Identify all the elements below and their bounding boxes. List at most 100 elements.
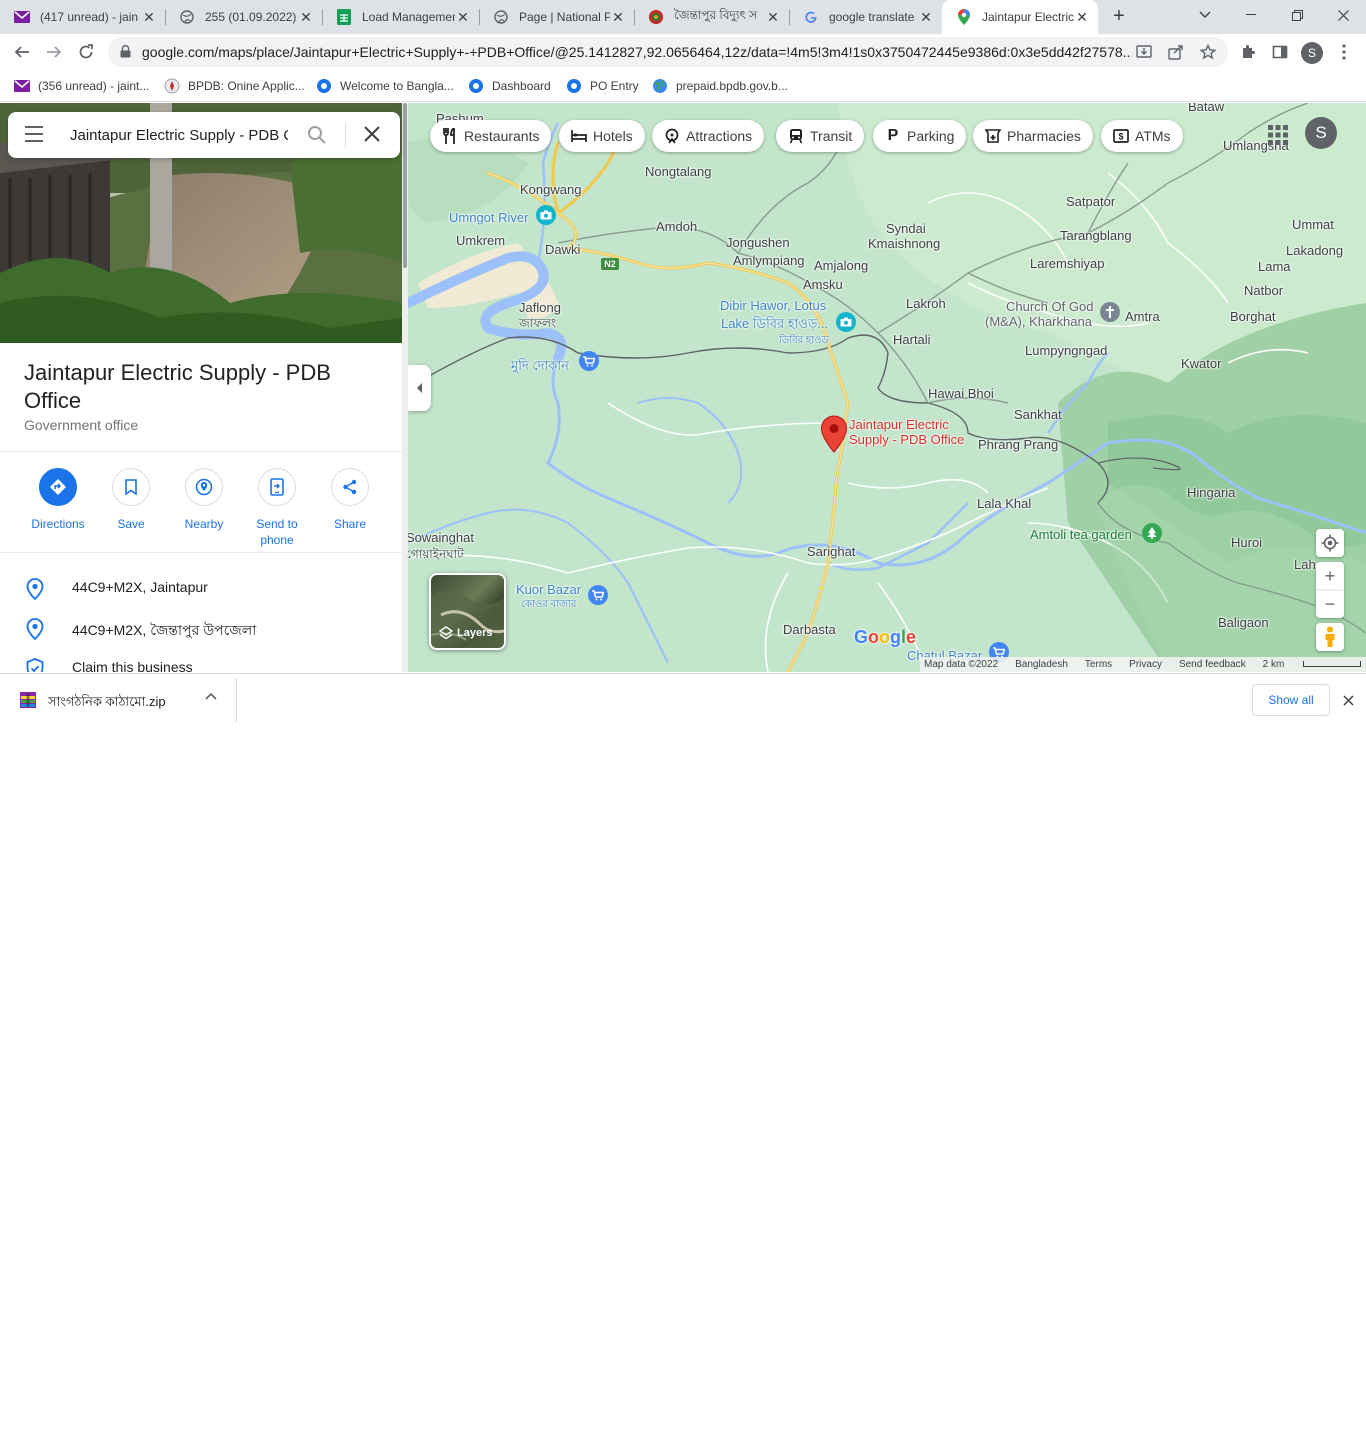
extensions-button[interactable]	[1234, 38, 1262, 66]
close-icon[interactable]: ✕	[918, 9, 934, 25]
zoom-out-button[interactable]: −	[1316, 590, 1344, 618]
map-label: Jongushen	[726, 235, 790, 250]
chip-parking[interactable]: P Parking	[873, 120, 967, 152]
place-marker-pin-icon[interactable]	[820, 415, 848, 453]
send-feedback-link[interactable]: Send feedback	[1179, 659, 1246, 670]
zoom-in-button[interactable]: +	[1316, 562, 1344, 590]
terms-link[interactable]: Terms	[1085, 659, 1112, 670]
street-view-pegman[interactable]	[1316, 623, 1344, 651]
map-canvas[interactable]: N2 Pashum Bataw Umlangsha Kongwang Nongt…	[408, 103, 1366, 672]
bookmark-welcome-bangla[interactable]: Welcome to Bangla...	[316, 76, 454, 96]
google-icon	[803, 9, 819, 25]
bookmarks-bar: (356 unread) - jaint... BPDB: Onine Appl…	[0, 70, 1366, 102]
chip-atms[interactable]: $ ATMs	[1101, 120, 1183, 152]
shopping-poi-icon[interactable]	[579, 351, 599, 371]
map-label: Phrang Prang	[978, 437, 1059, 452]
chip-hotels[interactable]: Hotels	[559, 120, 645, 152]
action-label: Nearby	[184, 517, 224, 531]
nearby-button[interactable]: Nearby	[169, 468, 239, 532]
bookmark-bpdb-online[interactable]: BPDB: Onine Applic...	[164, 76, 305, 96]
plus-code-row[interactable]: 44C9+M2X, Jaintapur	[0, 568, 402, 608]
tab-google-translate[interactable]: google translate ✕	[789, 0, 942, 34]
church-poi-icon[interactable]	[1100, 302, 1120, 322]
close-icon[interactable]: ✕	[298, 9, 314, 25]
collapse-panel-button[interactable]	[408, 365, 431, 411]
nearby-icon	[195, 478, 213, 496]
map-label: Sankhat	[1014, 407, 1062, 422]
share-button[interactable]: Share	[315, 468, 385, 532]
send-to-phone-button[interactable]: Send to phone	[242, 468, 312, 548]
park-poi-icon[interactable]	[1142, 523, 1162, 543]
map-label: (M&A), Kharkhana	[985, 314, 1092, 329]
reload-button[interactable]	[72, 38, 100, 66]
account-avatar[interactable]: S	[1305, 117, 1337, 149]
map-data-credit: Map data ©2022	[924, 659, 999, 670]
place-category[interactable]: Government office	[24, 417, 138, 433]
close-window-button[interactable]	[1320, 0, 1366, 30]
bookmark-po-entry[interactable]: PO Entry	[566, 76, 639, 96]
close-icon[interactable]	[363, 125, 381, 143]
close-download-bar-button[interactable]	[1338, 690, 1358, 710]
map-label: গোয়াইনঘাট	[408, 547, 464, 561]
show-all-downloads-button[interactable]: Show all	[1252, 684, 1330, 716]
save-button[interactable]: Save	[96, 468, 166, 532]
tab-gmail[interactable]: (417 unread) - jain ✕	[0, 0, 165, 34]
close-icon[interactable]: ✕	[610, 9, 626, 25]
bookmark-dashboard[interactable]: Dashboard	[468, 76, 551, 96]
maps-icon	[956, 9, 972, 25]
restore-button[interactable]	[1274, 0, 1320, 30]
share-icon	[343, 479, 357, 495]
side-panel-button[interactable]	[1266, 38, 1294, 66]
plus-code-local-row[interactable]: 44C9+M2X, জৈন্তাপুর উপজেলা	[0, 608, 402, 648]
chip-restaurants[interactable]: Restaurants	[430, 120, 552, 152]
menu-icon[interactable]	[24, 125, 44, 143]
search-input[interactable]	[70, 124, 288, 146]
new-tab-button[interactable]: +	[1108, 6, 1130, 28]
search-icon[interactable]	[307, 125, 327, 145]
tab-load-management[interactable]: Load Managemen ✕	[322, 0, 479, 34]
tab-search-button[interactable]	[1182, 0, 1228, 30]
tab-report[interactable]: 255 (01.09.2022) - ✕	[165, 0, 322, 34]
close-icon[interactable]: ✕	[455, 9, 471, 25]
scale-bar[interactable]: 2 km	[1263, 659, 1366, 670]
chevron-up-icon[interactable]	[205, 692, 217, 700]
chip-pharmacies[interactable]: Pharmacies	[973, 120, 1093, 152]
chrome-menu-button[interactable]	[1330, 38, 1358, 66]
forward-button[interactable]	[40, 38, 68, 66]
tab-jaintapur-bn[interactable]: জৈন্তাপুর বিদ্যুৎ স ✕	[634, 0, 789, 34]
layers-button[interactable]: Layers	[429, 573, 506, 650]
bookmark-label: Welcome to Bangla...	[340, 79, 454, 93]
camera-poi-icon[interactable]	[836, 312, 856, 332]
install-app-icon	[1136, 45, 1152, 58]
shopping-poi-icon[interactable]	[588, 585, 608, 605]
tab-title: জৈন্তাপুর বিদ্যুৎ স	[674, 8, 757, 22]
address-bar[interactable]: google.com/maps/place/Jaintapur+Electric…	[108, 37, 1228, 67]
map-label: কোওর বাজার	[521, 599, 577, 610]
profile-avatar[interactable]: S	[1301, 42, 1323, 64]
directions-button[interactable]: Directions	[23, 468, 93, 532]
map-label: Huroi	[1231, 535, 1263, 550]
hotel-icon	[571, 128, 587, 144]
chip-transit[interactable]: Transit	[776, 120, 865, 152]
close-icon[interactable]: ✕	[141, 9, 157, 25]
tab-national-portal[interactable]: Page | National Po ✕	[479, 0, 634, 34]
claim-business-row[interactable]: Claim this business	[0, 648, 402, 672]
camera-poi-icon[interactable]	[536, 205, 556, 225]
tab-google-maps[interactable]: Jaintapur Electric ✕	[942, 0, 1098, 34]
close-icon[interactable]: ✕	[1074, 9, 1090, 25]
map-label: Bataw	[1188, 103, 1225, 114]
panel-scrollbar-thumb[interactable]	[403, 103, 407, 268]
region-link[interactable]: Bangladesh	[1015, 659, 1068, 670]
bookmark-gmail[interactable]: (356 unread) - jaint...	[14, 76, 149, 96]
bookmark-prepaid-bpdb[interactable]: prepaid.bpdb.gov.b...	[652, 76, 788, 96]
map-label: Dawki	[545, 242, 581, 257]
download-item[interactable]: সাংগঠনিক কাঠামো.zip	[0, 678, 237, 722]
privacy-link[interactable]: Privacy	[1129, 659, 1162, 670]
close-icon[interactable]: ✕	[765, 9, 781, 25]
map-label: Umkrem	[456, 233, 506, 248]
chip-attractions[interactable]: Attractions	[652, 120, 765, 152]
back-button[interactable]	[8, 38, 36, 66]
google-apps-icon[interactable]	[1266, 123, 1290, 147]
minimize-button[interactable]	[1228, 0, 1274, 30]
my-location-button[interactable]	[1316, 529, 1344, 557]
